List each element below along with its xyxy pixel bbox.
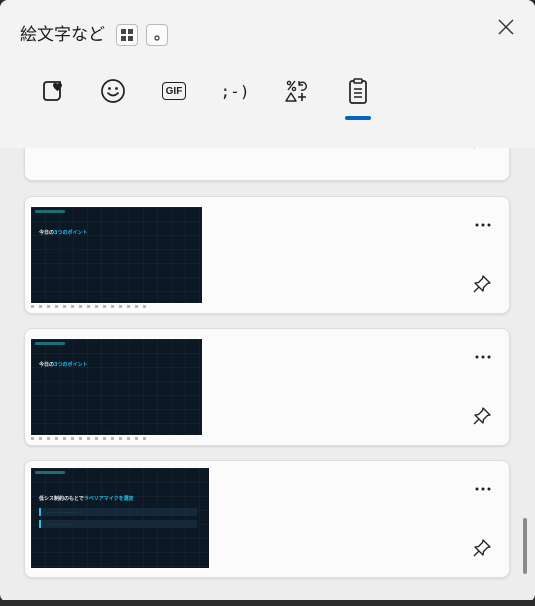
pin-button[interactable] [469, 148, 495, 153]
tab-kaomoji[interactable]: ;-) [217, 73, 253, 109]
more-options-button[interactable] [465, 347, 501, 367]
clipboard-item[interactable] [24, 148, 510, 181]
grid-view-button[interactable] [116, 24, 138, 46]
selected-tab-indicator [345, 116, 371, 120]
gif-label: GIF [165, 85, 183, 97]
window-bottom-edge [0, 600, 535, 606]
tab-favorites[interactable] [34, 73, 70, 109]
slide-title: 今日の3つのポイント [39, 362, 88, 368]
grid-view-icon [121, 29, 133, 41]
smiley-icon [101, 79, 125, 103]
pin-icon [473, 539, 491, 557]
more-options-button[interactable] [465, 479, 501, 499]
tab-clipboard[interactable] [340, 73, 376, 109]
tab-gif[interactable]: GIF [156, 73, 192, 109]
small-circle-button[interactable] [146, 24, 168, 46]
slide-title: 今日の3つのポイント [39, 230, 88, 236]
pin-button[interactable] [469, 271, 495, 297]
clipboard-icon [349, 78, 367, 104]
slide-thumbnail: 今日の3つのポイント · · · · · · · · · · · · · · ·… [31, 207, 202, 303]
panel-title: 絵文字など [20, 25, 105, 45]
more-icon [475, 223, 491, 227]
slide-thumbnail: 低シス制約のもとでラベリアマイクを選定 · · · · · · · · · · … [31, 468, 209, 568]
pin-button[interactable] [469, 535, 495, 561]
tab-emoji[interactable] [95, 73, 131, 109]
clipboard-item[interactable]: 低シス制約のもとでラベリアマイクを選定 · · · · · · · · · · … [24, 460, 510, 578]
emoji-panel: 絵文字など GIF ;-) 今日の3つのポイント · · · · · · · ·… [0, 0, 535, 602]
scrollbar-thumb[interactable] [523, 518, 527, 574]
close-icon [498, 19, 514, 35]
more-options-button[interactable] [465, 215, 501, 235]
kaomoji-icon: ;-) [220, 81, 250, 101]
more-icon [475, 355, 491, 359]
clipboard-item[interactable]: 今日の3つのポイント · · · · · · · · · · · · · · ·… [24, 196, 510, 314]
clipboard-history-list: 今日の3つのポイント · · · · · · · · · · · · · · ·… [0, 148, 535, 602]
tab-symbols[interactable] [278, 73, 314, 109]
pin-icon [473, 275, 491, 293]
small-circle-icon [154, 35, 160, 41]
pin-icon [474, 148, 475, 149]
panel-header: 絵文字など GIF ;-) [0, 0, 535, 148]
symbols-icon [285, 80, 307, 102]
pin-button[interactable] [469, 403, 495, 429]
gif-icon: GIF [162, 82, 186, 100]
more-icon [475, 487, 491, 491]
clipboard-item[interactable]: 今日の3つのポイント · · · · · · · · · · · · · · ·… [24, 328, 510, 446]
close-button[interactable] [494, 15, 518, 39]
heart-sticker-icon [43, 81, 62, 101]
pin-icon [473, 407, 491, 425]
slide-title: 低シス制約のもとでラベリアマイクを選定 [39, 496, 134, 502]
slide-thumbnail: 今日の3つのポイント · · · · · · · · · · · · · · ·… [31, 339, 202, 435]
